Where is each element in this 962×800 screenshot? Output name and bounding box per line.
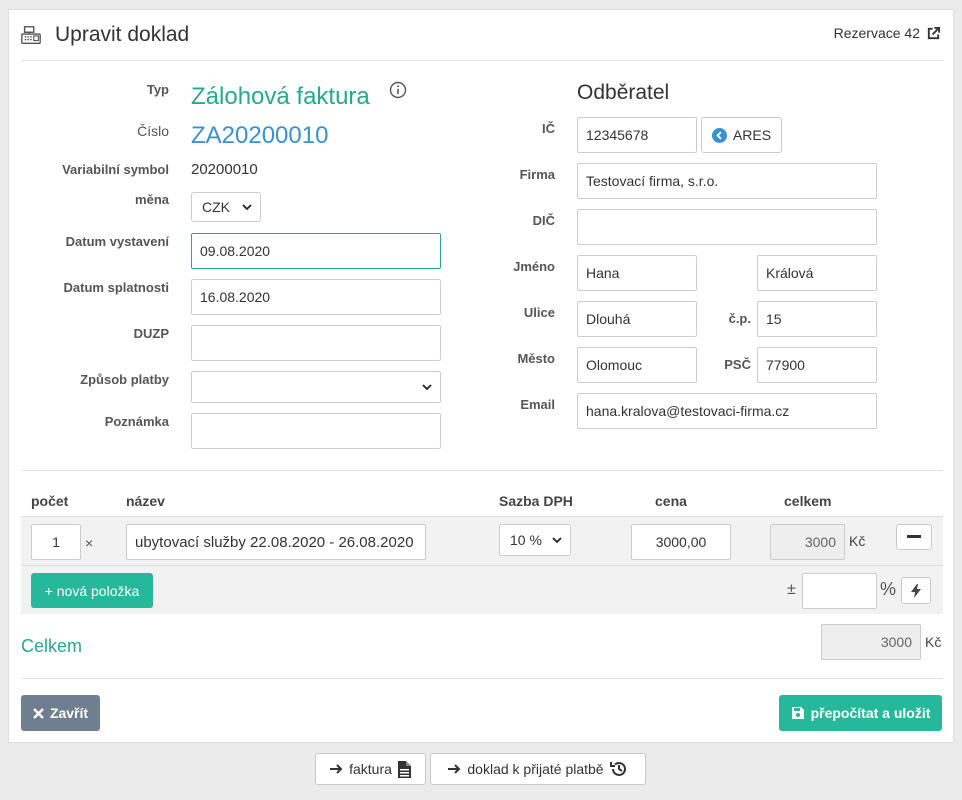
new-item-button[interactable]: + nová položka [31, 573, 153, 608]
reservation-link-label: Rezervace 42 [833, 25, 920, 41]
discount-input[interactable] [802, 573, 877, 609]
row-total-input: 3000 [770, 524, 845, 560]
company-input[interactable]: Testovací firma, s.r.o. [577, 163, 877, 199]
col-celkem: celkem [784, 493, 832, 509]
typ-label: Typ [146, 82, 169, 97]
zip-input[interactable]: 77900 [757, 347, 877, 383]
invoice-button[interactable]: faktura [315, 753, 426, 785]
cislo-label: Číslo [137, 123, 169, 139]
note-label: Poznámka [104, 414, 169, 429]
last-name-input[interactable]: Králová [757, 255, 877, 291]
col-cena: cena [655, 493, 687, 509]
plusminus-sign: ± [787, 581, 796, 598]
street-input[interactable]: Dlouhá [577, 301, 697, 337]
email-input[interactable]: hana.kralova@testovaci-firma.cz [577, 393, 877, 429]
mena-label: měna [135, 192, 169, 207]
ares-button-label: ARES [732, 127, 772, 143]
chevron-down-icon [552, 537, 562, 544]
cp-label: č.p. [728, 311, 751, 326]
history-icon [609, 761, 626, 776]
total-currency: Kč [925, 634, 942, 650]
issue-date-input[interactable]: 09.08.2020 [191, 233, 441, 269]
payment-method-label: Způsob platby [80, 372, 169, 387]
row-currency: Kč [849, 533, 866, 549]
vat-rate-select[interactable]: 10 % [499, 524, 571, 556]
document-number[interactable]: ZA20200010 [191, 122, 328, 150]
dic-label: DIČ [532, 213, 555, 228]
ic-input[interactable]: 12345678 [577, 117, 697, 153]
file-text-icon [397, 760, 411, 778]
col-sazba: Sazba DPH [499, 493, 573, 509]
close-button[interactable]: Zavřít [21, 695, 100, 731]
payment-receipt-button-label: doklad k přijaté platbě [467, 761, 604, 777]
mesto-label: Město [517, 351, 555, 366]
page-title: Upravit doklad [55, 23, 190, 46]
cash-register-icon [21, 26, 41, 44]
minus-icon [907, 535, 921, 538]
psc-label: PSČ [724, 357, 751, 372]
col-pocet: počet [31, 493, 69, 509]
customer-heading: Odběratel [577, 81, 670, 104]
apply-discount-button[interactable] [901, 577, 931, 604]
arrow-right-icon [330, 764, 343, 774]
footer-divider [21, 678, 943, 679]
section-divider [21, 470, 943, 471]
currency-select-value: CZK [202, 199, 230, 215]
chevron-down-icon [422, 384, 432, 391]
close-icon [33, 707, 44, 719]
grand-total-input: 3000 [821, 624, 921, 660]
header-divider [21, 60, 943, 61]
recalculate-save-button[interactable]: přepočítat a uložit [779, 695, 942, 731]
price-input[interactable]: 3000,00 [631, 524, 731, 560]
edit-document-card: Upravit doklad Rezervace 42 Typ Zálohová… [8, 9, 954, 743]
payment-receipt-button[interactable]: doklad k přijaté platbě [430, 753, 646, 785]
ic-label: IČ [542, 121, 555, 136]
first-name-input[interactable]: Hana [577, 255, 697, 291]
chevron-left-circle-icon [711, 127, 727, 143]
house-number-input[interactable]: 15 [757, 301, 877, 337]
vs-label: Variabilní symbol [62, 162, 169, 177]
total-label: Celkem [21, 636, 83, 656]
close-button-label: Zavřít [49, 705, 89, 721]
datum-splatnosti-label: Datum splatnosti [63, 280, 169, 295]
external-link-icon [927, 26, 941, 39]
save-button-label: přepočítat a uložit [810, 705, 931, 721]
quantity-input[interactable]: 1 [31, 524, 81, 560]
email-label: Email [520, 397, 555, 412]
info-icon[interactable] [389, 81, 407, 99]
jmeno-label: Jméno [513, 259, 555, 274]
duzp-label: DUZP [133, 326, 169, 341]
ulice-label: Ulice [523, 305, 555, 320]
datum-vystaveni-label: Datum vystavení [65, 234, 169, 249]
due-date-input[interactable]: 16.08.2020 [191, 279, 441, 315]
bolt-icon [911, 583, 921, 598]
ares-button[interactable]: ARES [701, 117, 782, 153]
payment-method-select[interactable] [191, 371, 441, 403]
duzp-input[interactable] [191, 325, 441, 361]
times-sign: × [85, 535, 94, 551]
document-type: Zálohová faktura [191, 83, 370, 110]
reservation-link[interactable]: Rezervace 42 [834, 25, 941, 41]
arrow-right-icon [448, 764, 461, 774]
chevron-down-icon [242, 204, 252, 211]
currency-select[interactable]: CZK [191, 192, 261, 222]
col-nazev: název [126, 493, 165, 509]
note-input[interactable] [191, 413, 441, 449]
vs-value: 20200010 [191, 161, 258, 178]
firma-label: Firma [519, 167, 555, 182]
vat-rate-value: 10 % [510, 532, 542, 548]
percent-sign: % [880, 579, 897, 599]
dic-input[interactable] [577, 209, 877, 245]
city-input[interactable]: Olomouc [577, 347, 697, 383]
invoice-button-label: faktura [349, 761, 392, 777]
item-name-input[interactable]: ubytovací služby 22.08.2020 - 26.08.2020 [126, 524, 426, 560]
remove-item-button[interactable] [896, 524, 932, 550]
save-icon [791, 707, 804, 719]
